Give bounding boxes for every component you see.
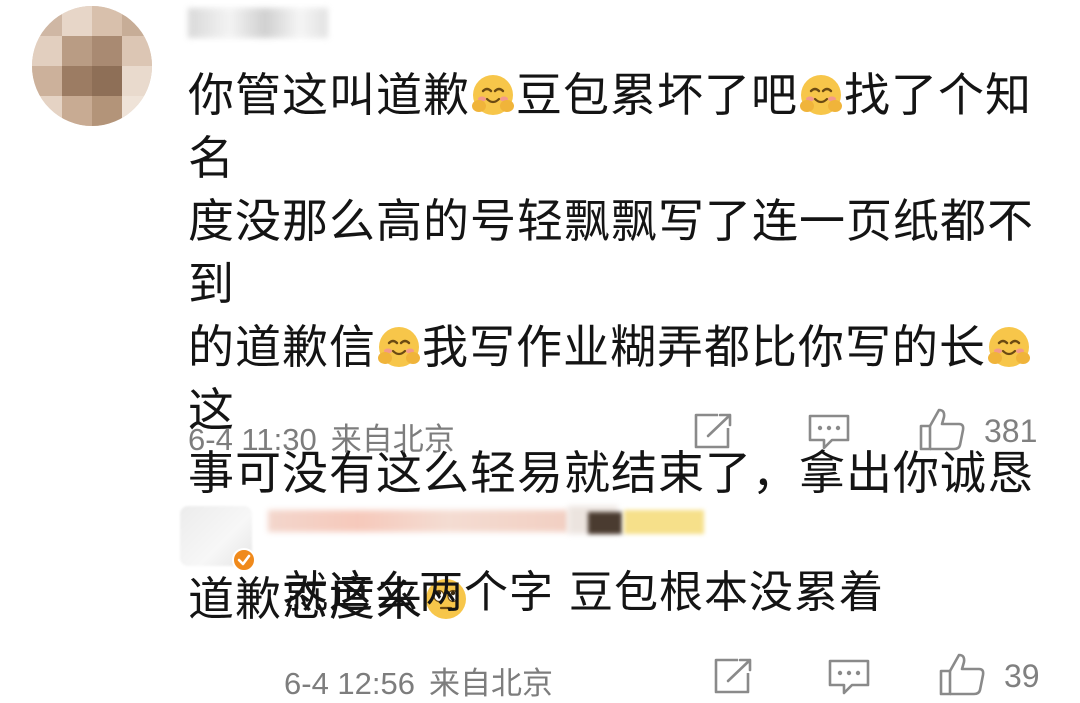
comment-time: 6-4 11:30 — [188, 422, 317, 457]
reply-location: 来自北京 — [429, 666, 553, 702]
commenter-avatar[interactable] — [32, 6, 152, 126]
thumbs-up-icon[interactable] — [918, 406, 966, 452]
hug-emoji-icon — [799, 70, 843, 115]
comment-icon[interactable] — [806, 412, 852, 452]
like-count: 381 — [984, 413, 1038, 449]
hug-emoji-icon — [377, 322, 421, 367]
comment-body: 你管这叫道歉 豆包累坏了吧 找了个知名 度没那么高的号轻飘飘写了连一页纸都不到 … — [188, 68, 1034, 626]
thumbs-up-icon[interactable] — [938, 651, 986, 697]
share-icon[interactable] — [712, 657, 754, 695]
comment-icon[interactable] — [826, 657, 872, 697]
hug-emoji-icon — [471, 70, 515, 115]
replier-name-redacted[interactable] — [268, 502, 708, 536]
hug-emoji-icon — [987, 322, 1031, 367]
reply-like-count: 39 — [1004, 658, 1040, 694]
comment-meta: 6-4 11:30 来自北京 — [188, 414, 455, 459]
reply-meta: 6-4 12:56 来自北京 — [284, 658, 553, 703]
share-icon[interactable] — [692, 412, 734, 450]
reply-body: 就这么两个字 豆包根本没累着 — [284, 567, 884, 618]
comment-location: 来自北京 — [330, 422, 455, 458]
reply-time: 6-4 12:56 — [284, 666, 415, 701]
commenter-name-redacted[interactable] — [188, 8, 328, 38]
verified-badge-icon — [232, 548, 256, 572]
